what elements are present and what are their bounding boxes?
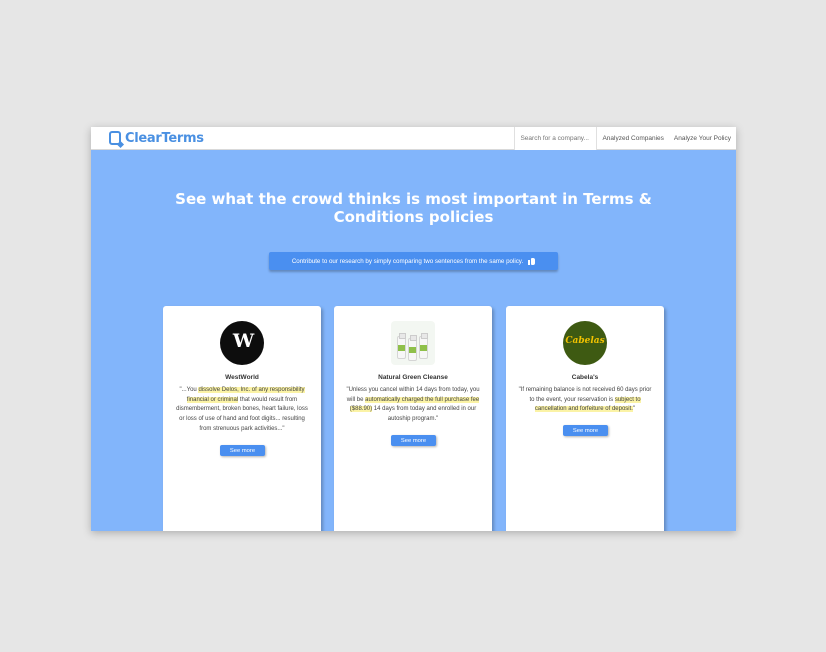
card-company-name: Cabela's	[571, 374, 599, 381]
card-quote: "Unless you cancel within 14 days from t…	[344, 386, 482, 425]
see-more-button[interactable]: See more	[220, 445, 265, 456]
brand-name: ClearTerms	[125, 130, 204, 146]
quote-text: 14 days from today and enrolled in our a…	[372, 406, 477, 423]
brand[interactable]: ClearTerms	[109, 127, 204, 150]
contribute-button[interactable]: Contribute to our research by simply com…	[269, 252, 558, 270]
cabelas-logo: Cabelas	[563, 321, 607, 365]
hero-title: See what the crowd thinks is most import…	[91, 190, 736, 226]
card-quote: "If remaining balance is not received 60…	[516, 386, 654, 415]
policy-card-natural-green-cleanse: Natural Green Cleanse "Unless you cancel…	[334, 306, 492, 531]
quote-text: "...You	[179, 387, 199, 393]
card-quote: "...You dissolve Delos, Inc. of any resp…	[173, 386, 311, 435]
quote-text: "	[632, 406, 636, 413]
policy-card-cabelas: Cabelas Cabela's "If remaining balance i…	[506, 306, 664, 531]
cleartterms-logo-icon	[109, 131, 121, 145]
hero-title-line1: See what the crowd thinks is most import…	[175, 190, 652, 208]
westworld-logo: W	[220, 321, 264, 365]
card-company-name: Natural Green Cleanse	[378, 374, 448, 381]
policy-card-westworld: W WestWorld "...You dissolve Delos, Inc.…	[163, 306, 321, 531]
nav-right: Analyzed Companies Analyze Your Policy	[514, 127, 736, 150]
search-input[interactable]	[514, 127, 598, 150]
supplement-bottles-logo	[391, 321, 435, 365]
thumbs-up-icon	[528, 257, 536, 265]
card-company-name: WestWorld	[225, 374, 259, 381]
nav-link-analyze-your-policy[interactable]: Analyze Your Policy	[674, 135, 731, 142]
hero-title-line2: Conditions policies	[333, 208, 494, 226]
nav-link-analyzed-companies[interactable]: Analyzed Companies	[602, 135, 663, 142]
contribute-button-label: Contribute to our research by simply com…	[291, 257, 524, 265]
top-navbar: ClearTerms Analyzed Companies Analyze Yo…	[91, 127, 736, 150]
see-more-button[interactable]: See more	[391, 435, 436, 446]
see-more-button[interactable]: See more	[563, 425, 608, 436]
browser-window: ClearTerms Analyzed Companies Analyze Yo…	[91, 127, 736, 531]
